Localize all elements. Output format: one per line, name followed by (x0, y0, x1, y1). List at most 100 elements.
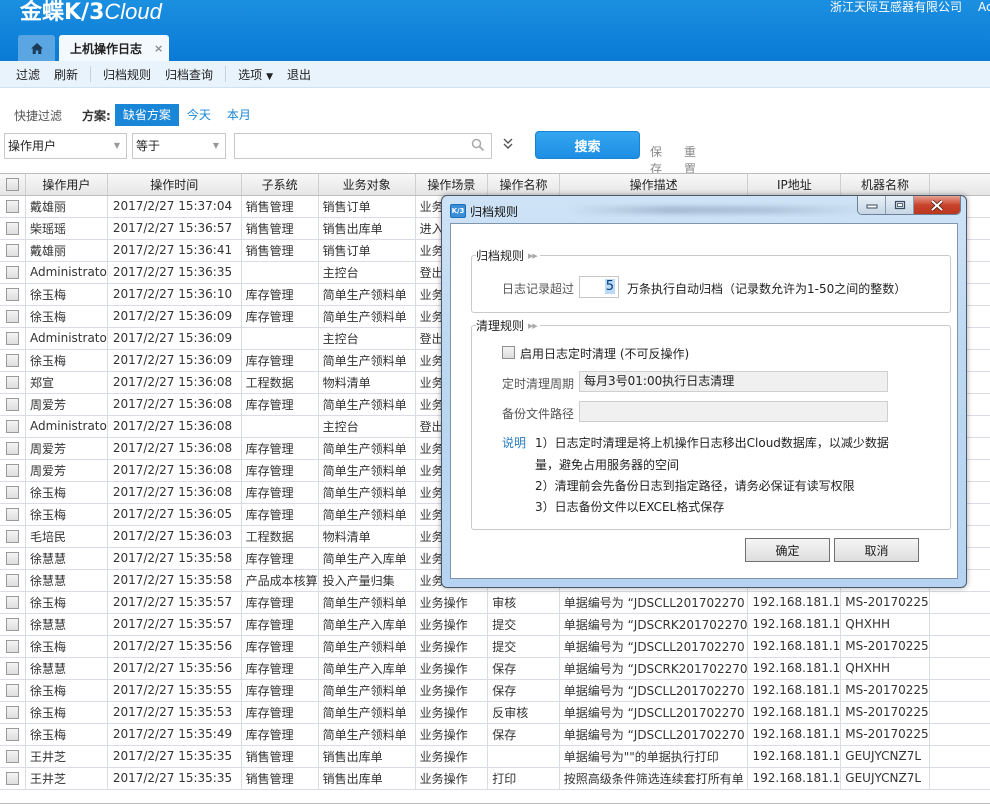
user-name[interactable]: Ac (978, 0, 990, 14)
row-checkbox[interactable] (5, 464, 19, 477)
row-checkbox[interactable] (5, 420, 19, 433)
table-row[interactable]: 徐玉梅 2017/2/27 15:35:49 库存管理 简单生产领料单 业务操作 保存 单据… (0, 723, 990, 746)
tab-operation-log[interactable]: 上机操作日志 × (59, 35, 169, 61)
row-checkbox[interactable] (5, 200, 19, 213)
row-checkbox[interactable] (5, 442, 19, 455)
row-checkbox[interactable] (5, 728, 19, 741)
column-header-ip[interactable]: IP地址 (747, 174, 842, 196)
toolbar-options[interactable]: 选项 ▼ (238, 66, 273, 83)
row-checkbox[interactable] (5, 332, 19, 345)
row-select-cell[interactable] (0, 745, 26, 768)
row-checkbox[interactable] (5, 398, 19, 411)
table-row[interactable]: 徐玉梅 2017/2/27 15:35:55 库存管理 简单生产领料单 业务操作 保存 单据… (0, 679, 990, 702)
row-checkbox[interactable] (5, 376, 19, 389)
row-select-cell[interactable] (0, 437, 26, 460)
column-header-user[interactable]: 操作用户 (25, 174, 108, 196)
row-checkbox[interactable] (5, 772, 19, 785)
row-select-cell[interactable] (0, 635, 26, 658)
company-name[interactable]: 浙江天际互感器有限公司 (830, 0, 962, 14)
row-checkbox[interactable] (5, 266, 19, 279)
toolbar-filter[interactable]: 过滤 (16, 66, 40, 83)
row-select-cell[interactable] (0, 327, 26, 350)
row-select-cell[interactable] (0, 261, 26, 284)
row-checkbox[interactable] (5, 354, 19, 367)
row-checkbox[interactable] (5, 662, 19, 675)
row-select-cell[interactable] (0, 349, 26, 372)
row-checkbox[interactable] (5, 640, 19, 653)
close-button[interactable] (914, 196, 960, 214)
operator-select[interactable]: 等于 ▼ (132, 133, 226, 159)
row-checkbox[interactable] (5, 596, 19, 609)
row-select-cell[interactable] (0, 767, 26, 790)
row-select-cell[interactable] (0, 701, 26, 724)
column-header-time[interactable]: 操作时间 (107, 174, 242, 196)
ok-button[interactable]: 确定 (745, 538, 830, 562)
minimize-button[interactable] (858, 196, 886, 214)
row-checkbox[interactable] (5, 288, 19, 301)
row-select-cell[interactable] (0, 503, 26, 526)
table-row[interactable]: 徐慧慧 2017/2/27 15:35:57 库存管理 简单生产入库单 业务操作 提交 单据… (0, 613, 990, 636)
row-select-cell[interactable] (0, 547, 26, 570)
row-select-cell[interactable] (0, 239, 26, 262)
row-select-cell[interactable] (0, 679, 26, 702)
row-select-cell[interactable] (0, 525, 26, 548)
table-row[interactable]: 徐慧慧 2017/2/27 15:35:56 库存管理 简单生产入库单 业务操作 保存 单据… (0, 657, 990, 680)
row-select-cell[interactable] (0, 217, 26, 240)
row-select-cell[interactable] (0, 305, 26, 328)
column-header-operation[interactable]: 操作名称 (487, 174, 560, 196)
column-header-scene[interactable]: 操作场景 (415, 174, 489, 196)
maximize-button[interactable] (886, 196, 914, 214)
row-checkbox[interactable] (5, 684, 19, 697)
row-checkbox[interactable] (5, 244, 19, 257)
toolbar-archive-rules[interactable]: 归档规则 (103, 66, 151, 83)
row-select-cell[interactable] (0, 459, 26, 482)
collapse-arrow-icon[interactable]: ▶▶ (528, 322, 538, 330)
row-checkbox[interactable] (5, 552, 19, 565)
column-header-object[interactable]: 业务对象 (318, 174, 416, 196)
collapse-arrow-icon[interactable]: ▶▶ (528, 252, 538, 260)
save-link[interactable]: 保存 (650, 143, 662, 177)
row-checkbox[interactable] (5, 486, 19, 499)
search-icon[interactable] (471, 138, 485, 152)
table-row[interactable]: 王井芝 2017/2/27 15:35:35 销售管理 销售出库单 业务操作 单据编号为"… (0, 745, 990, 768)
search-button[interactable]: 搜索 (535, 131, 640, 159)
toolbar-exit[interactable]: 退出 (287, 66, 311, 83)
enable-cleanup-label[interactable]: 启用日志定时清理 (不可反操作) (520, 345, 689, 362)
close-icon[interactable]: × (154, 42, 163, 55)
row-select-cell[interactable] (0, 569, 26, 592)
row-checkbox[interactable] (5, 618, 19, 631)
row-select-cell[interactable] (0, 481, 26, 504)
backup-path-field[interactable] (579, 401, 888, 422)
expand-more-icon[interactable] (502, 137, 514, 151)
select-all-checkbox[interactable] (5, 178, 19, 192)
tab-home[interactable] (18, 35, 55, 61)
scheme-this-month[interactable]: 本月 (219, 104, 259, 126)
row-checkbox[interactable] (5, 706, 19, 719)
cleanup-period-field[interactable]: 每月3号01:00执行日志清理 (579, 371, 888, 392)
table-row[interactable]: 徐玉梅 2017/2/27 15:35:53 库存管理 简单生产领料单 业务操作 反审核单… (0, 701, 990, 724)
field-select[interactable]: 操作用户 ▼ (4, 133, 127, 159)
row-checkbox[interactable] (5, 530, 19, 543)
table-row[interactable]: 徐玉梅 2017/2/27 15:35:56 库存管理 简单生产领料单 业务操作 提交 单据… (0, 635, 990, 658)
row-select-cell[interactable] (0, 613, 26, 636)
dialog-titlebar[interactable]: K/3 归档规则 (442, 196, 966, 222)
row-select-cell[interactable] (0, 591, 26, 614)
reset-link[interactable]: 重置 (684, 143, 696, 177)
column-header-machine[interactable]: 机器名称 (840, 174, 930, 196)
scheme-default[interactable]: 缺省方案 (114, 104, 179, 126)
row-select-cell[interactable] (0, 723, 26, 746)
table-row[interactable]: 王井芝 2017/2/27 15:35:35 销售管理 销售出库单 业务操作 打印 按照高级… (0, 767, 990, 790)
row-checkbox[interactable] (5, 574, 19, 587)
row-select-cell[interactable] (0, 657, 26, 680)
row-select-cell[interactable] (0, 283, 26, 306)
row-checkbox[interactable] (5, 310, 19, 323)
row-select-cell[interactable] (0, 195, 26, 218)
archive-threshold-input[interactable]: 5 (579, 276, 619, 298)
row-select-cell[interactable] (0, 393, 26, 416)
row-checkbox[interactable] (5, 222, 19, 235)
scheme-today[interactable]: 今天 (179, 104, 219, 126)
row-select-cell[interactable] (0, 371, 26, 394)
toolbar-archive-query[interactable]: 归档查询 (165, 66, 213, 83)
column-header-subsystem[interactable]: 子系统 (241, 174, 319, 196)
cancel-button[interactable]: 取消 (834, 538, 919, 562)
